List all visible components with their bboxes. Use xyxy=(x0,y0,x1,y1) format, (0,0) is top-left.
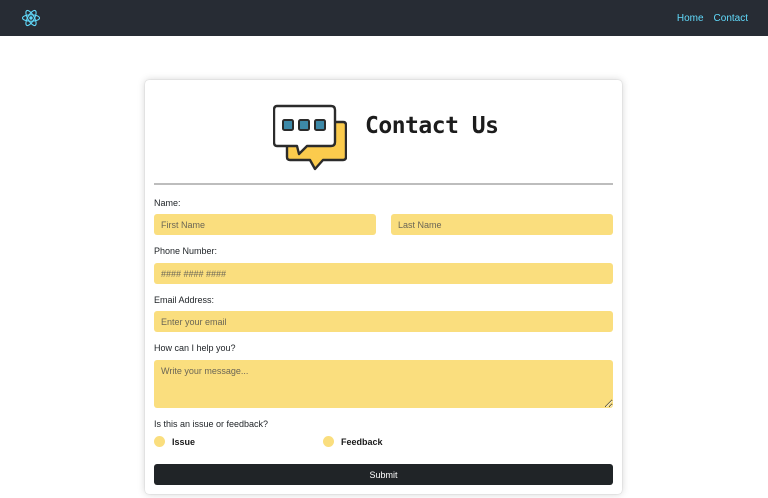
radio-issue[interactable]: Issue xyxy=(154,436,195,447)
title-divider xyxy=(154,183,613,185)
radio-button[interactable] xyxy=(154,436,165,447)
radio-label-feedback: Feedback xyxy=(341,436,383,447)
contact-card: Contact Us Name: Phone Number: Email Add… xyxy=(145,80,622,494)
message-textarea[interactable] xyxy=(154,360,613,408)
submit-button[interactable]: Submit xyxy=(154,464,613,485)
radio-feedback[interactable]: Feedback xyxy=(323,436,383,447)
name-label: Name: xyxy=(154,198,181,208)
phone-label: Phone Number: xyxy=(154,246,218,256)
react-logo-icon[interactable] xyxy=(21,8,41,28)
type-label: Is this an issue or feedback? xyxy=(154,419,269,429)
radio-label-issue: Issue xyxy=(172,436,196,447)
email-label: Email Address: xyxy=(154,295,215,305)
message-label: How can I help you? xyxy=(154,343,236,353)
last-name-input[interactable] xyxy=(391,214,613,235)
chat-bubbles-icon xyxy=(273,104,347,171)
email-input[interactable] xyxy=(154,311,613,332)
navbar: Home Contact xyxy=(0,0,768,36)
phone-input[interactable] xyxy=(154,263,613,284)
radio-button[interactable] xyxy=(323,436,334,447)
nav-link-home[interactable]: Home xyxy=(677,13,704,24)
page-title: Contact Us xyxy=(365,113,499,139)
nav-link-contact[interactable]: Contact xyxy=(714,13,748,24)
first-name-input[interactable] xyxy=(154,214,376,235)
nav-links: Home Contact xyxy=(677,13,748,24)
